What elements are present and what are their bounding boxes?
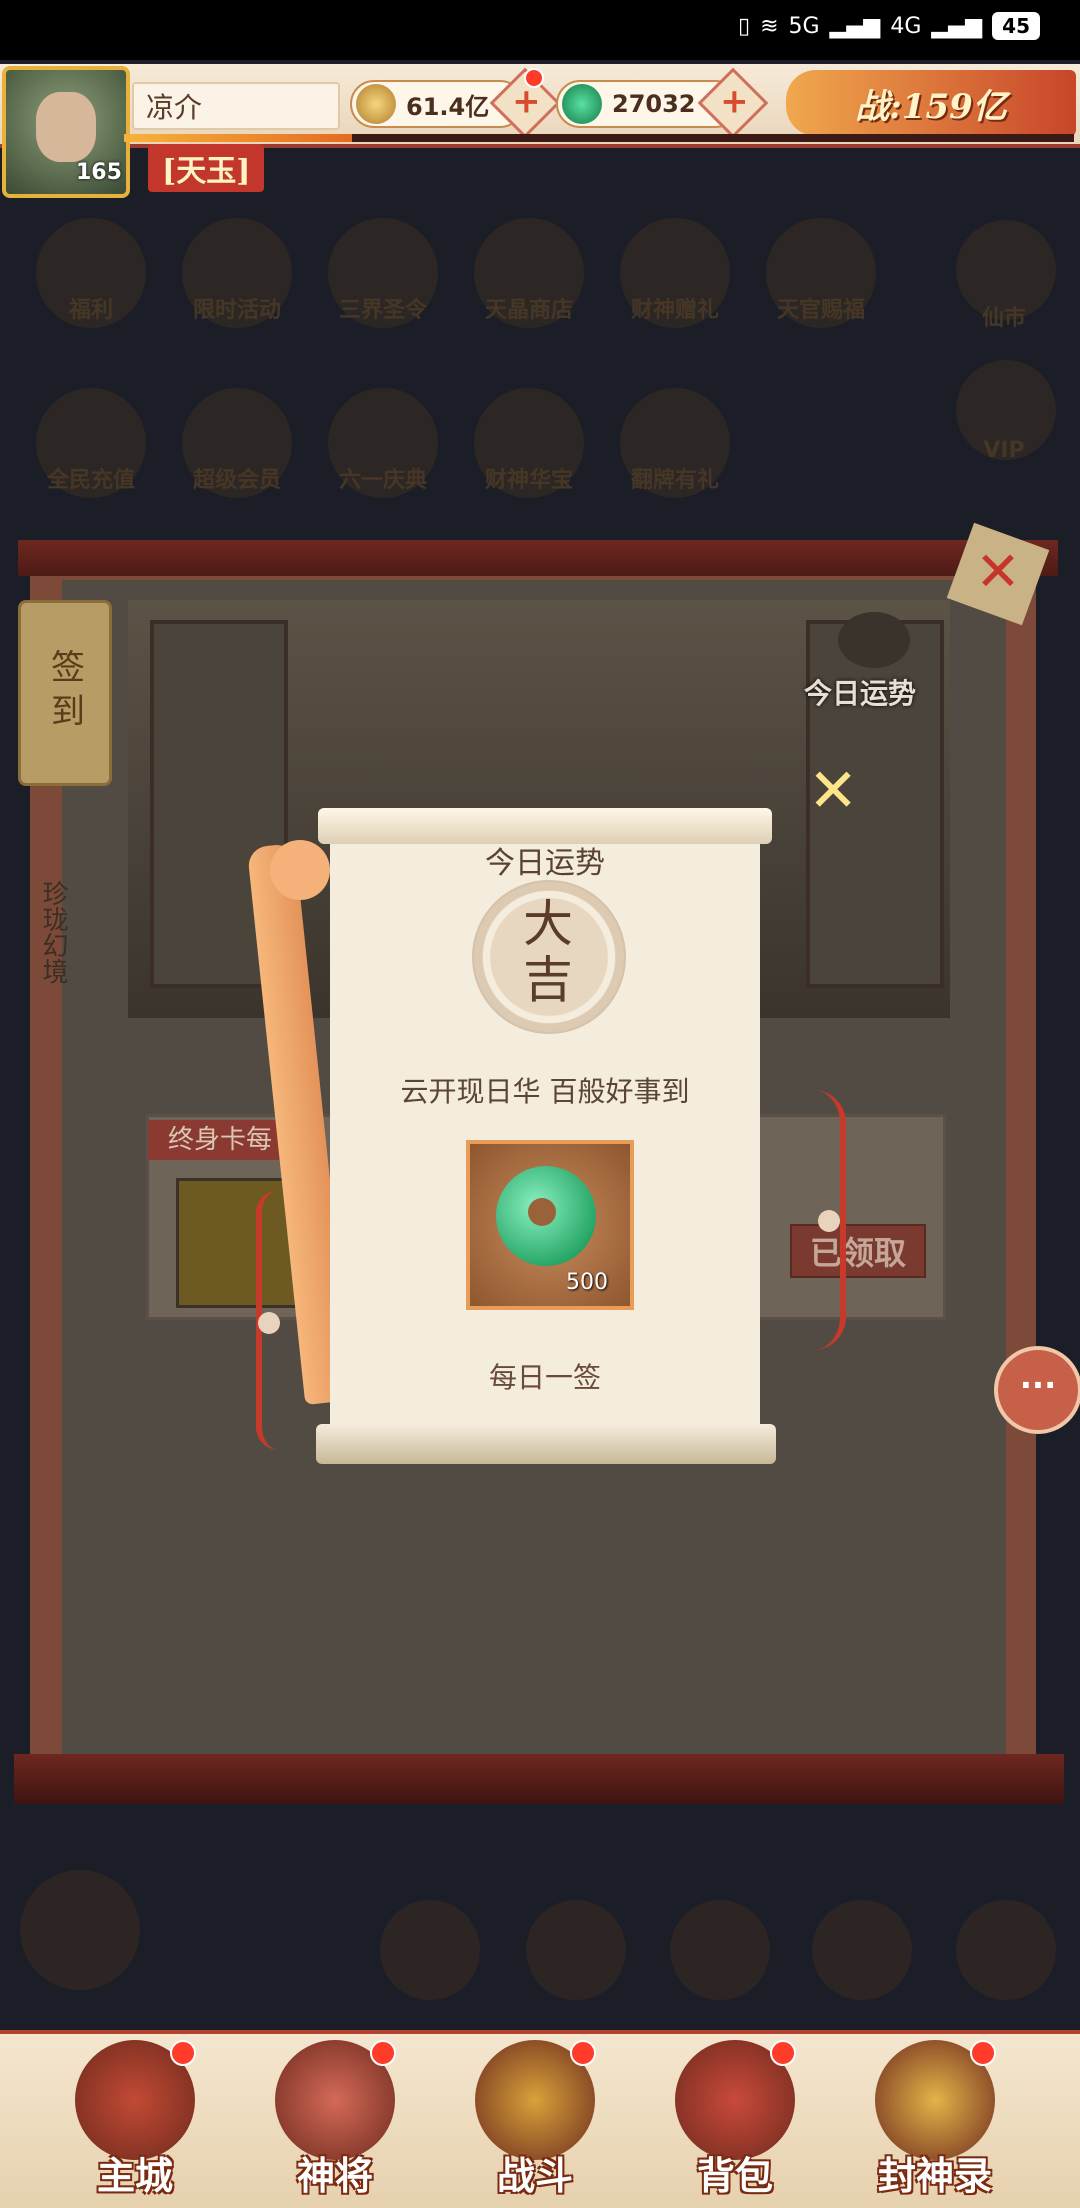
coin-icon [356,84,396,124]
menu-label: 三界圣令 [338,298,427,323]
side-menu-label: VIP [983,438,1025,463]
player-title: [天玉] [148,144,265,192]
notification-dot [370,2040,396,2066]
avatar-face [36,92,96,162]
menu-label: 财神赠礼 [630,298,719,323]
nav-record[interactable]: 封神录 [860,2040,1010,2200]
nav-main-city[interactable]: 主城 [60,2040,210,2200]
menu-label: 财神华宝 [484,468,573,493]
nav-battle[interactable]: 战斗 [460,2040,610,2200]
fortune-description: 云开现日华 百般好事到 [400,1075,690,1108]
menu-label: 翻牌有礼 [630,468,719,493]
jade-hole [528,1198,556,1226]
dim-notes-icon [670,1900,770,2000]
bead [258,1312,280,1334]
nav-label: 神将 [296,2153,373,2198]
wifi-icon: ≋ [760,13,779,39]
fortune-icon[interactable] [838,612,910,668]
notification-dot [570,2040,596,2066]
player-level: 165 [76,160,122,185]
menu-label: 天官赐福 [776,298,865,323]
daily-sign-label: 每日一签 [488,1361,601,1394]
sparkle-icon: ✕ [808,756,859,826]
battery-indicator: 45 [992,12,1040,40]
nav-hero[interactable]: 神将 [260,2040,410,2200]
network-label-2: 4G [890,13,922,39]
scroll-title: 今日运势 [485,846,605,881]
menu-label: 福利 [68,298,113,323]
side-menu-label: 仙市 [981,306,1026,331]
notification-dot [524,68,544,88]
nav-bag[interactable]: 背包 [660,2040,810,2200]
signal-icon-2: ▂▄▆ [931,13,983,39]
notification-dot [970,2040,996,2066]
reward-quantity: 500 [566,1270,608,1295]
dim-friends-icon [526,1900,626,2000]
nav-label: 背包 [696,2153,773,2198]
dim-fist-icon [380,1900,480,2000]
exp-bar [124,134,1074,142]
panel-top-border [18,540,1058,576]
nav-label: 主城 [96,2153,173,2198]
exp-fill [124,134,352,142]
side-tab-label[interactable]: 珍珑幻境 [32,880,72,984]
nav-label: 封神录 [877,2153,992,2198]
plus-icon: + [512,81,541,122]
coin-value: 61.4亿 [406,92,490,121]
combat-power: 战:159亿 [786,70,1076,136]
menu-label: 六一庆典 [338,468,427,493]
tab-signin[interactable]: 签到 [18,600,112,786]
luck-result-bottom: 吉 [523,951,573,1009]
player-name: 凉介 [132,82,340,130]
chat-bubble-icon[interactable]: ··· [994,1346,1080,1434]
fortune-stick-head [270,840,330,900]
dim-plus-icon [956,1900,1056,2000]
close-button[interactable]: ✕ [966,540,1030,604]
scroll-bottom-roll [316,1424,776,1464]
jade-value: 27032 [612,90,696,118]
menu-label: 全民充值 [46,468,135,493]
dim-avatar-icon [20,1870,140,1990]
plus-icon: + [720,81,749,122]
panel-bottom-border [14,1754,1064,1804]
signal-icon: ▂▄▆ [829,13,881,39]
menu-label: 限时活动 [192,298,281,323]
status-time: 00:12 [64,10,146,46]
fortune-top-label[interactable]: 今日运势 [800,672,920,712]
dim-rank-icon [812,1900,912,2000]
network-label: 5G [788,13,820,39]
nav-label: 战斗 [496,2153,573,2198]
bead [818,1210,840,1232]
status-icons: ▯ ≋ 5G ▂▄▆ 4G ▂▄▆ 45 [738,12,1040,40]
notification-dot [170,2040,196,2066]
luck-result-top: 大 [523,895,573,953]
luck-result: 大 吉 [500,896,596,1008]
vibrate-icon: ▯ [737,13,751,39]
jade-icon [562,84,602,124]
menu-label: 天晶商店 [484,298,573,323]
menu-label: 超级会员 [192,468,281,493]
notification-dot [770,2040,796,2066]
